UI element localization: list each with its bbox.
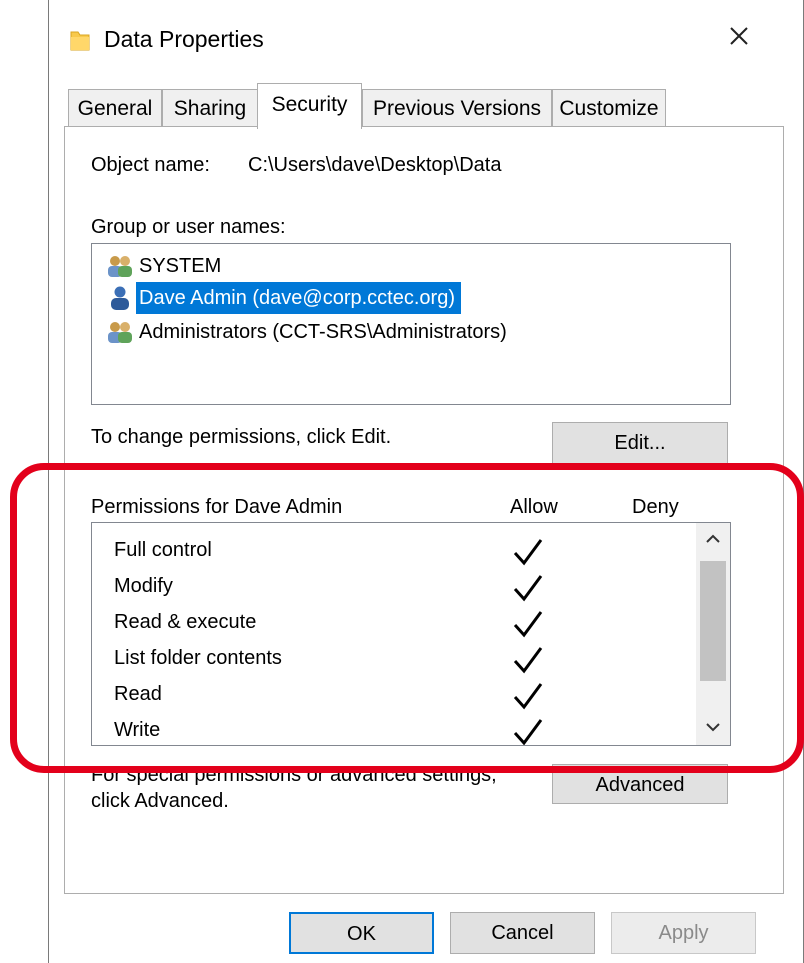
group-icon [108, 256, 132, 277]
cancel-button[interactable]: Cancel [450, 912, 595, 954]
highlight-annotation [10, 463, 804, 773]
object-name-label: Object name: [91, 154, 210, 176]
tab-sharing[interactable]: Sharing [162, 89, 258, 127]
ok-button[interactable]: OK [289, 912, 434, 954]
close-icon[interactable] [725, 22, 753, 50]
tab-previous-versions[interactable]: Previous Versions [362, 89, 552, 127]
tab-customize[interactable]: Customize [552, 89, 666, 127]
group-icon [108, 322, 132, 343]
folder-icon [70, 31, 90, 51]
user-icon [111, 286, 129, 310]
window-title: Data Properties [104, 26, 264, 52]
object-name-value: C:\Users\dave\Desktop\Data [248, 154, 502, 176]
change-permissions-hint: To change permissions, click Edit. [91, 426, 392, 448]
group-or-user-names-label: Group or user names: [91, 216, 286, 238]
user-list[interactable]: SYSTEM Dave Admin (dave@corp.cctec.org) … [91, 243, 731, 405]
apply-button[interactable]: Apply [611, 912, 756, 954]
tab-general[interactable]: General [68, 89, 162, 127]
advanced-hint-line2: click Advanced. [91, 790, 229, 812]
tab-security[interactable]: Security [257, 83, 362, 129]
edit-button[interactable]: Edit... [552, 422, 728, 464]
